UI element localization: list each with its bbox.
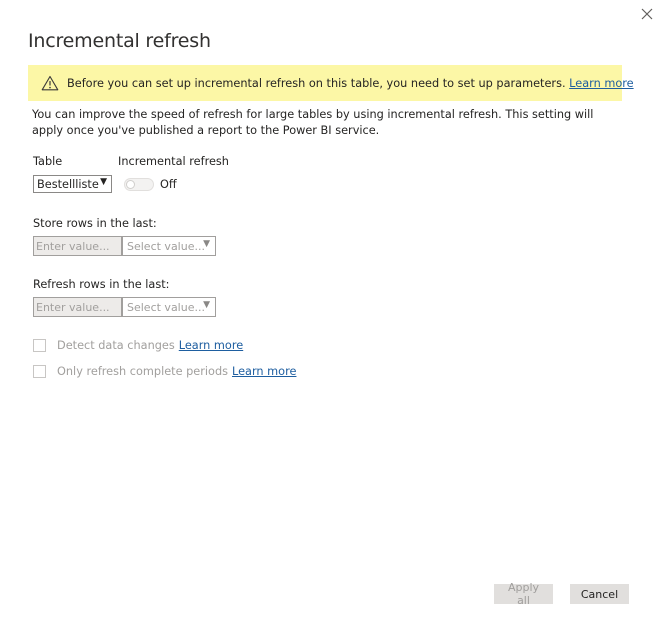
detect-data-changes-row: Detect data changes Learn more	[33, 339, 243, 352]
cancel-button[interactable]: Cancel	[570, 584, 629, 604]
store-rows-label: Store rows in the last:	[33, 217, 157, 230]
incremental-refresh-label: Incremental refresh	[118, 155, 229, 168]
table-label: Table	[33, 155, 63, 168]
dropdown-arrow-icon: ▼	[100, 177, 107, 187]
refresh-rows-unit-placeholder: Select value...	[127, 300, 205, 314]
incremental-refresh-toggle[interactable]	[124, 178, 154, 191]
refresh-rows-value-input[interactable]	[33, 297, 122, 317]
detect-learn-more-link[interactable]: Learn more	[179, 339, 243, 352]
dropdown-arrow-icon: ▼	[203, 239, 210, 249]
refresh-rows-unit-select[interactable]: Select value... ▼	[122, 297, 216, 317]
close-icon	[641, 8, 653, 20]
refresh-rows-label: Refresh rows in the last:	[33, 278, 170, 291]
warning-text: Before you can set up incremental refres…	[67, 76, 566, 90]
complete-periods-row: Only refresh complete periods Learn more	[33, 365, 296, 378]
table-select[interactable]: Bestellliste ▼	[33, 175, 112, 193]
detect-data-changes-checkbox[interactable]	[33, 339, 46, 352]
warning-icon	[41, 75, 59, 91]
store-rows-unit-placeholder: Select value...	[127, 239, 205, 253]
description-text: You can improve the speed of refresh for…	[32, 108, 594, 137]
detect-data-changes-label: Detect data changes	[57, 339, 175, 352]
complete-periods-checkbox[interactable]	[33, 365, 46, 378]
warning-banner: Before you can set up incremental refres…	[28, 65, 634, 101]
store-rows-value-input[interactable]	[33, 236, 122, 256]
dialog-title: Incremental refresh	[28, 30, 211, 52]
apply-all-button[interactable]: Apply all	[494, 581, 553, 607]
table-select-value: Bestellliste	[37, 177, 99, 191]
warning-learn-more-link[interactable]: Learn more	[569, 77, 633, 90]
store-rows-unit-select[interactable]: Select value... ▼	[122, 236, 216, 256]
toggle-knob	[126, 180, 135, 189]
complete-learn-more-link[interactable]: Learn more	[232, 365, 296, 378]
toggle-state-text: Off	[160, 178, 177, 191]
dropdown-arrow-icon: ▼	[203, 300, 210, 310]
complete-periods-label: Only refresh complete periods	[57, 365, 229, 378]
close-button[interactable]	[639, 6, 655, 22]
